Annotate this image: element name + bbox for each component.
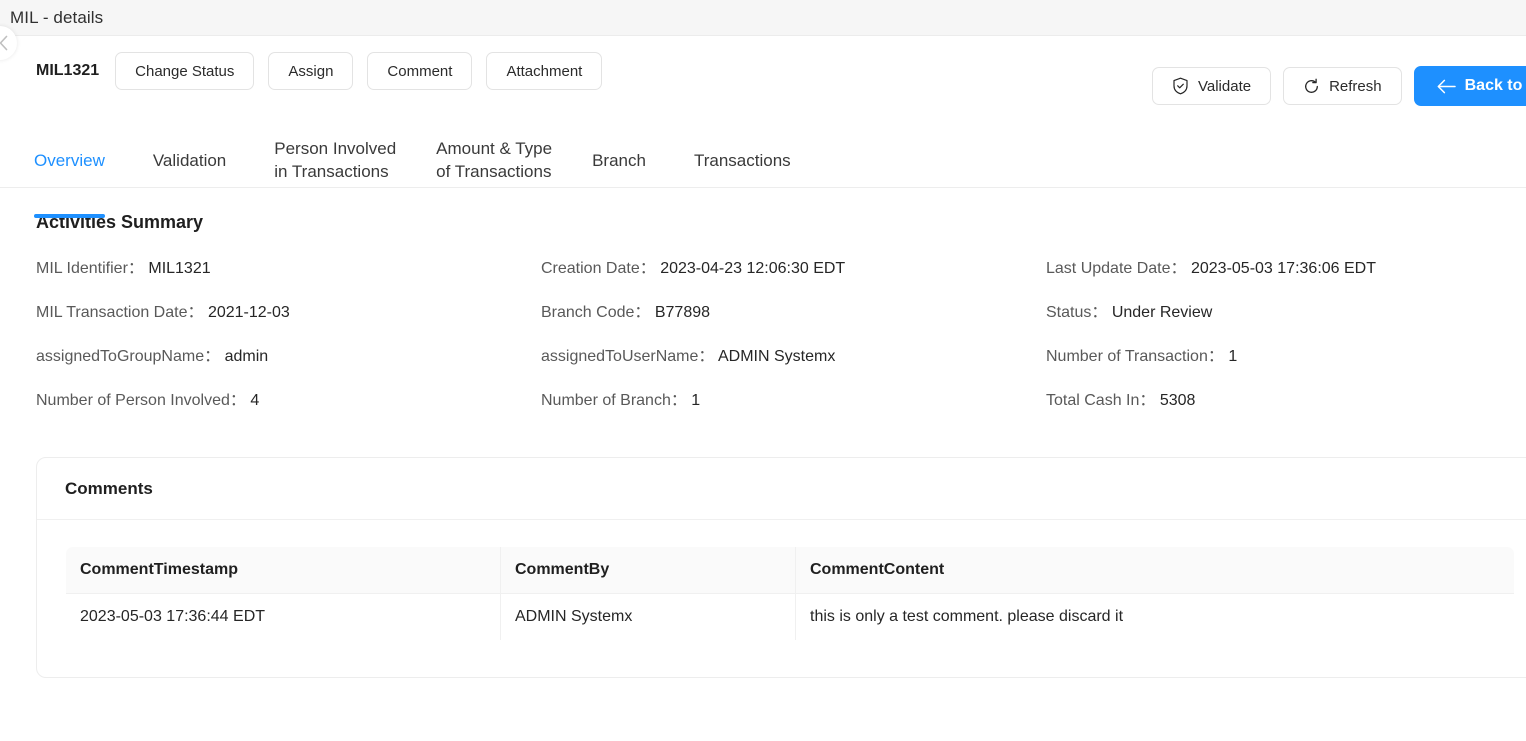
activities-summary-title: Activities Summary [36,212,204,232]
field-mil-transaction-date-value: 2021-12-03 [207,304,290,321]
field-number-of-person-involved-value: 4 [250,392,260,409]
cell-comment-content: this is only a test comment. please disc… [810,608,1124,625]
comments-table-head: CommentTimestamp CommentBy CommentConten… [66,547,1514,594]
field-assigned-to-user-name-label: assignedToUserName： [541,348,715,365]
field-number-of-transaction-label: Number of Transaction： [1046,348,1224,365]
record-id-label: MIL1321 [36,62,100,79]
action-bar: MIL1321 Change Status Assign Comment Att… [0,36,1526,106]
tab-person-involved-in-transactions-label: Person Involved in Transactions [274,139,397,181]
field-status-label: Status： [1046,304,1108,321]
tab-overview[interactable]: Overview [34,115,105,219]
comments-table: CommentTimestamp CommentBy CommentConten… [65,546,1515,641]
field-branch-code-label: Branch Code： [541,304,651,321]
field-assigned-to-user-name: assignedToUserName： ADMIN Systemx [541,349,1046,365]
comments-table-header-row: CommentTimestamp CommentBy CommentConten… [66,547,1514,594]
field-mil-identifier-label: MIL Identifier： [36,260,144,277]
tab-transactions[interactable]: Transactions [694,115,791,172]
field-last-update-date-label: Last Update Date： [1046,260,1187,277]
field-branch-code: Branch Code： B77898 [541,305,1046,321]
field-number-of-branch-label: Number of Branch： [541,392,687,409]
field-total-cash-in-value: 5308 [1159,392,1196,409]
field-total-cash-in: Total Cash In： 5308 [1046,393,1490,409]
field-assigned-to-user-name-value: ADMIN Systemx [717,348,836,365]
field-creation-date-label: Creation Date： [541,260,656,277]
refresh-icon [1303,78,1320,95]
refresh-button[interactable]: Refresh [1283,67,1402,105]
change-status-button-label: Change Status [135,62,235,80]
action-bar-right-group: Validate Refresh Back to [1151,66,1526,106]
field-number-of-transaction: Number of Transaction： 1 [1046,349,1490,365]
field-total-cash-in-label: Total Cash In： [1046,392,1156,409]
cell-comment-timestamp: 2023-05-03 17:36:44 EDT [66,593,501,640]
comments-table-body: 2023-05-03 17:36:44 EDT ADMIN Systemx th… [66,593,1514,640]
tab-branch-label: Branch [592,150,646,170]
validate-button[interactable]: Validate [1151,67,1272,105]
chevron-left-icon [0,35,9,51]
arrow-left-icon [1437,79,1456,94]
tab-transactions-label: Transactions [693,150,791,170]
field-number-of-person-involved: Number of Person Involved： 4 [36,393,541,409]
field-creation-date-value: 2023-04-23 12:06:30 EDT [660,260,846,277]
column-header-comment-timestamp[interactable]: CommentTimestamp [66,547,501,594]
table-row[interactable]: 2023-05-03 17:36:44 EDT ADMIN Systemx th… [66,593,1514,640]
field-assigned-to-group-name: assignedToGroupName： admin [36,349,541,365]
attachment-button[interactable]: Attachment [486,52,603,90]
column-header-comment-by[interactable]: CommentBy [500,547,796,594]
tab-validation[interactable]: Validation [153,115,226,172]
shield-check-icon [1172,77,1189,95]
comments-card: Comments CommentTimestamp CommentBy Comm… [36,457,1526,678]
window-title: MIL - details [10,7,104,27]
field-assigned-to-group-name-value: admin [224,348,269,365]
tab-branch[interactable]: Branch [592,115,646,172]
field-last-update-date-value: 2023-05-03 17:36:06 EDT [1190,260,1376,277]
field-mil-transaction-date-label: MIL Transaction Date： [36,304,204,321]
field-status-value: Under Review [1111,304,1213,321]
field-last-update-date: Last Update Date： 2023-05-03 17:36:06 ED… [1046,261,1490,277]
back-to-mil-list-button[interactable]: Back to MIL List [1413,66,1526,106]
assign-button[interactable]: Assign [268,52,354,90]
window-titlebar: MIL - details [0,0,1526,36]
tab-bar: Overview Validation Person Involved in T… [0,110,1526,219]
comment-button[interactable]: Comment [367,52,473,90]
activities-summary-section: Activities Summary MIL Identifier： MIL13… [0,188,1526,409]
comment-button-label: Comment [387,62,453,80]
refresh-button-label: Refresh [1329,77,1382,95]
attachment-button-label: Attachment [506,62,583,80]
field-mil-transaction-date: MIL Transaction Date： 2021-12-03 [36,305,541,321]
cell-comment-by: ADMIN Systemx [500,593,796,640]
field-number-of-branch-value: 1 [691,392,701,409]
field-number-of-branch: Number of Branch： 1 [541,393,1046,409]
comments-card-title: Comments [37,458,1526,520]
activities-summary-grid: MIL Identifier： MIL1321 Creation Date： 2… [36,261,1490,409]
detail-page: MIL1321 Change Status Assign Comment Att… [0,36,1526,741]
tab-amount-type-of-transactions-label: Amount & Type of Transactions [436,139,553,181]
field-mil-identifier-value: MIL1321 [148,260,211,277]
field-status: Status： Under Review [1046,305,1490,321]
action-bar-left-group: MIL1321 Change Status Assign Comment Att… [36,52,603,90]
tab-person-involved-in-transactions[interactable]: Person Involved in Transactions [274,104,396,184]
tab-overview-label: Overview [34,150,105,170]
validate-button-label: Validate [1197,77,1252,95]
field-mil-identifier: MIL Identifier： MIL1321 [36,261,541,277]
field-number-of-person-involved-label: Number of Person Involved： [36,392,246,409]
field-number-of-transaction-value: 1 [1228,348,1238,365]
field-assigned-to-group-name-label: assignedToGroupName： [36,348,221,365]
column-header-comment-content[interactable]: CommentContent [795,547,1514,594]
field-branch-code-value: B77898 [654,304,711,321]
comments-card-body: CommentTimestamp CommentBy CommentConten… [37,520,1526,677]
assign-button-label: Assign [288,62,334,80]
field-creation-date: Creation Date： 2023-04-23 12:06:30 EDT [541,261,1046,277]
tab-validation-label: Validation [152,150,227,170]
change-status-button[interactable]: Change Status [115,52,255,90]
tab-amount-type-of-transactions[interactable]: Amount & Type of Transactions [436,104,552,184]
back-to-mil-list-button-label: Back to MIL List [1464,77,1526,94]
